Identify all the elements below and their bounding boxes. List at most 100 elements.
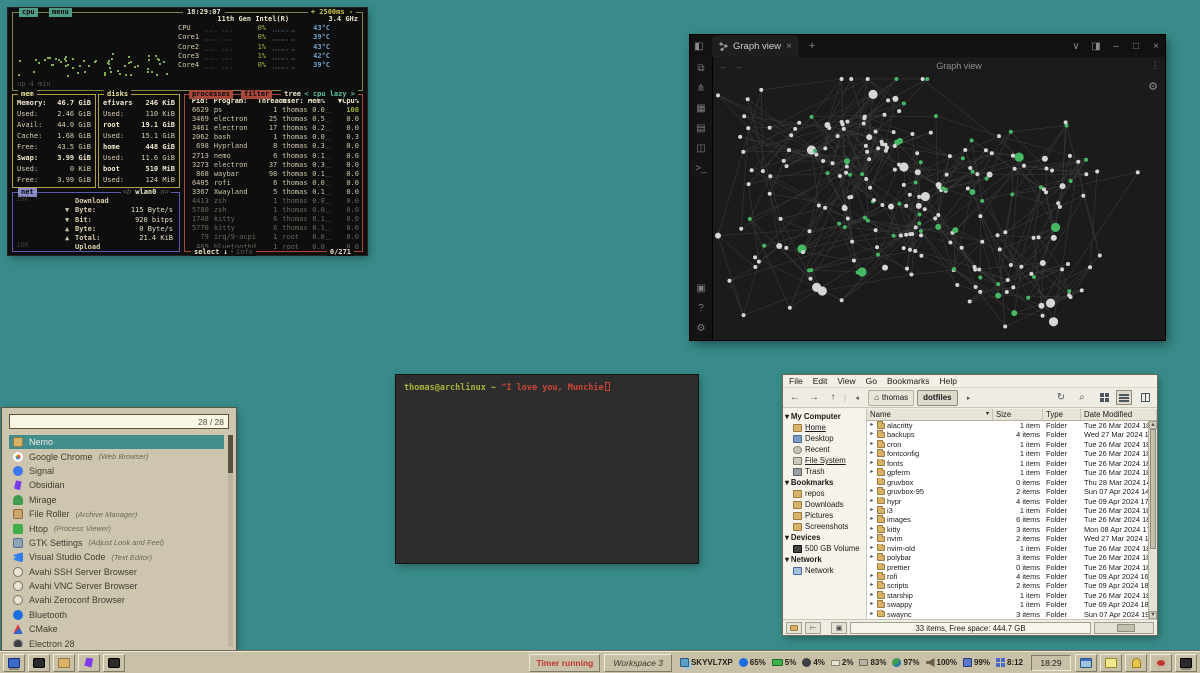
process-row[interactable]: 3469electron25thomas0.5⣀⡀0.0 xyxy=(185,115,362,124)
graph-node[interactable] xyxy=(948,241,952,245)
sidebar-section-header[interactable]: ▾ My Computer xyxy=(783,411,866,422)
graph-node[interactable] xyxy=(1040,260,1046,266)
taskbar-app-computer-button[interactable] xyxy=(3,654,25,672)
graph-node[interactable] xyxy=(1044,190,1048,194)
graph-node[interactable] xyxy=(738,135,742,139)
graph-node[interactable] xyxy=(862,122,866,126)
graph-node[interactable] xyxy=(1051,235,1057,241)
graph-node[interactable] xyxy=(968,166,972,170)
side-pane-places-button[interactable] xyxy=(786,622,802,634)
graph-node[interactable] xyxy=(867,157,871,161)
templates-icon[interactable]: ◫ xyxy=(693,143,709,154)
minimize-button[interactable]: – xyxy=(1107,41,1125,52)
graph-node[interactable] xyxy=(985,177,989,181)
process-row[interactable]: 1748kitty6thomas0.1⣀⡀0.0 xyxy=(185,215,362,224)
graph-node[interactable] xyxy=(899,162,908,171)
graph-node[interactable] xyxy=(789,133,793,137)
column-date[interactable]: Date Modified xyxy=(1081,409,1157,420)
menu-bookmarks[interactable]: Bookmarks xyxy=(887,376,930,386)
graph-node[interactable] xyxy=(1060,183,1066,189)
launcher-item-obsidian[interactable]: Obsidian xyxy=(9,478,224,492)
graph-node[interactable] xyxy=(998,247,1002,251)
graph-node[interactable] xyxy=(768,126,772,130)
graph-canvas[interactable]: ⚙ xyxy=(713,74,1165,340)
process-row[interactable]: 6629ps1thomas0.0⣀⡀100 xyxy=(185,106,362,115)
scroll-thumb[interactable] xyxy=(1150,429,1156,549)
graph-node[interactable] xyxy=(865,150,869,154)
graph-node[interactable] xyxy=(919,160,923,164)
graph-node[interactable] xyxy=(1069,179,1073,183)
graph-node[interactable] xyxy=(821,159,825,163)
graph-node[interactable] xyxy=(921,77,925,81)
graph-node[interactable] xyxy=(1039,185,1043,189)
graph-node[interactable] xyxy=(902,246,906,250)
graph-node[interactable] xyxy=(1064,120,1068,124)
graph-node[interactable] xyxy=(996,282,1000,286)
launcher-item-avahi-zeroconf-browser[interactable]: Avahi Zeroconf Browser xyxy=(9,593,224,607)
graph-node[interactable] xyxy=(936,213,940,217)
sidebar-item-pictures[interactable]: Pictures xyxy=(783,510,866,521)
file-row[interactable]: ▸nvim-old1 itemFolderTue 26 Mar 2024 18:… xyxy=(867,544,1157,553)
graph-node[interactable] xyxy=(841,122,845,126)
graph-node[interactable] xyxy=(846,216,850,220)
graph-node[interactable] xyxy=(1049,317,1058,326)
process-row[interactable]: 6405rofi6thomas0.0⣀⡀0.0 xyxy=(185,179,362,188)
graph-node[interactable] xyxy=(779,217,783,221)
graph-node[interactable] xyxy=(750,168,754,172)
icon-view-button[interactable] xyxy=(1095,390,1111,405)
graph-node[interactable] xyxy=(1068,154,1072,158)
graph-node[interactable] xyxy=(914,180,918,184)
file-row[interactable]: ▸hypr4 itemsFolderTue 09 Apr 2024 17:22:… xyxy=(867,497,1157,506)
file-row[interactable]: ▸rofi4 itemsFolderTue 09 Apr 2024 16:30:… xyxy=(867,572,1157,581)
graph-node[interactable] xyxy=(996,233,1000,237)
graph-node[interactable] xyxy=(852,258,856,262)
graph-node[interactable] xyxy=(1098,254,1102,258)
canvas-icon[interactable]: ▦ xyxy=(693,103,709,114)
file-row[interactable]: ▸polybar3 itemsFolderTue 26 Mar 2024 18:… xyxy=(867,553,1157,562)
graph-node[interactable] xyxy=(915,151,919,155)
graph-node[interactable] xyxy=(883,113,887,117)
graph-node[interactable] xyxy=(1015,153,1024,162)
graph-node[interactable] xyxy=(908,193,912,197)
dual-pane-button[interactable] xyxy=(1137,390,1153,405)
graph-node[interactable] xyxy=(1032,275,1036,279)
graph-node[interactable] xyxy=(933,216,937,220)
graph-node[interactable] xyxy=(897,138,903,144)
graph-node[interactable] xyxy=(910,232,914,236)
graph-node[interactable] xyxy=(1032,236,1036,240)
graph-node[interactable] xyxy=(910,132,914,136)
horizontal-scrollbar[interactable] xyxy=(1094,622,1154,634)
graph-node[interactable] xyxy=(1019,265,1023,269)
file-row[interactable]: ▸gpferm1 itemFolderTue 26 Mar 2024 18:04… xyxy=(867,468,1157,477)
graph-node[interactable] xyxy=(973,268,977,272)
graph-node[interactable] xyxy=(899,234,903,238)
breadcrumb-current[interactable]: dotfiles xyxy=(917,390,957,406)
close-button[interactable]: × xyxy=(1147,41,1165,52)
graph-node[interactable] xyxy=(1003,230,1007,234)
tray-bluetooth[interactable]: 65% xyxy=(739,658,766,667)
graph-node[interactable] xyxy=(753,255,757,259)
graph-node[interactable] xyxy=(793,127,797,131)
file-row[interactable]: ▸swaync3 itemsFolderSun 07 Apr 2024 19:1… xyxy=(867,610,1157,619)
graph-node[interactable] xyxy=(975,172,979,176)
graph-node[interactable] xyxy=(908,248,912,252)
graph-node[interactable] xyxy=(919,229,923,233)
process-row[interactable]: 79irq/9-acpi1root0.0⣀⡀0.0 xyxy=(185,233,362,242)
launcher-item-gtk-settings[interactable]: GTK Settings(Adjust Look and Feel) xyxy=(9,536,224,550)
graph-node[interactable] xyxy=(741,150,745,154)
graph-node[interactable] xyxy=(844,158,850,164)
graph-node[interactable] xyxy=(823,206,827,210)
taskbar-app-obsidian-button[interactable] xyxy=(78,654,100,672)
graph-node[interactable] xyxy=(997,134,1001,138)
graph-node[interactable] xyxy=(1010,192,1014,196)
sidebar-section-header[interactable]: ▾ Network xyxy=(783,554,866,565)
graph-node[interactable] xyxy=(860,172,864,176)
graph-node[interactable] xyxy=(1058,205,1062,209)
tray-volume[interactable]: 100% xyxy=(926,658,957,667)
sidebar-section-header[interactable]: ▾ Bookmarks xyxy=(783,477,866,488)
launcher-item-bluetooth[interactable]: Bluetooth xyxy=(9,608,224,622)
graph-node[interactable] xyxy=(1026,296,1030,300)
graph-node[interactable] xyxy=(808,277,812,281)
graph-node[interactable] xyxy=(987,172,993,178)
graph-node[interactable] xyxy=(1136,170,1140,174)
